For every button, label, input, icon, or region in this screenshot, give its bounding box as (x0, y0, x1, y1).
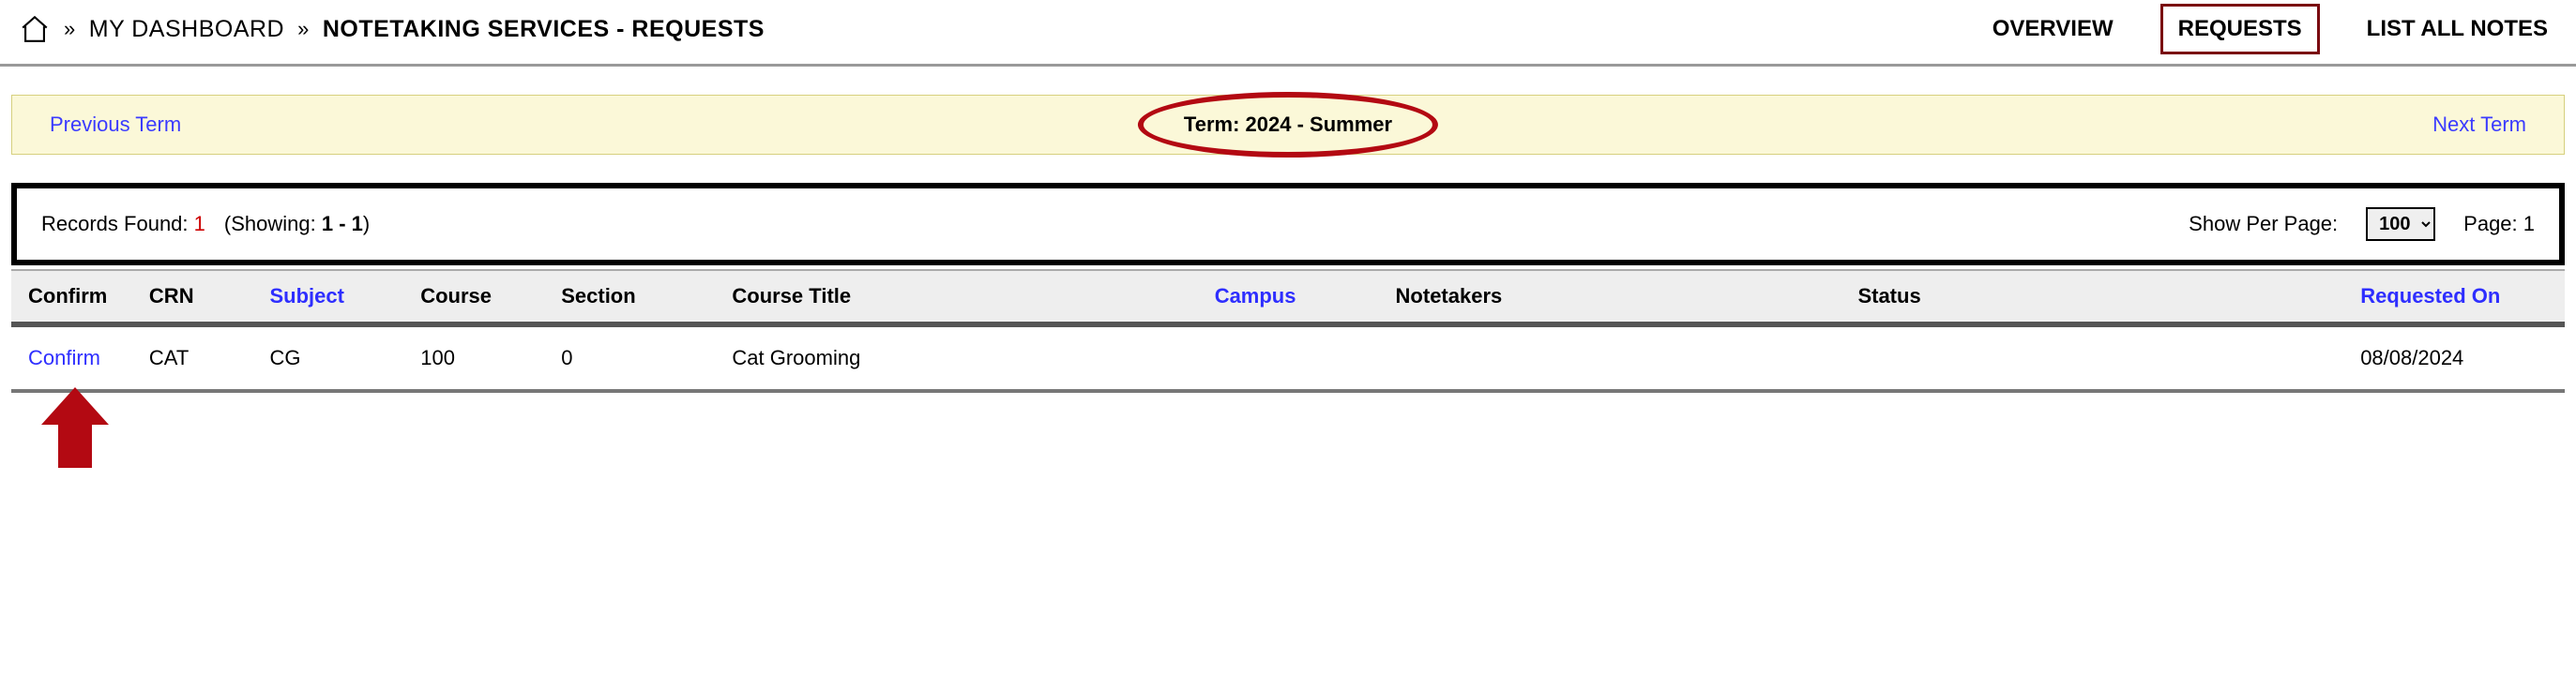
term-label: Term: 2024 - Summer (1184, 113, 1392, 137)
annotation-arrow (47, 387, 103, 462)
cell-campus (1198, 324, 1379, 391)
showing-suffix: ) (363, 212, 370, 235)
cell-crn: CAT (132, 324, 253, 391)
col-course: Course (403, 270, 544, 324)
page-indicator: Page: 1 (2463, 212, 2535, 236)
records-summary: Records Found: 1 (Showing: 1 - 1) Show P… (11, 183, 2565, 265)
records-found-count: 1 (194, 212, 205, 235)
home-icon[interactable] (19, 13, 51, 45)
col-crn: CRN (132, 270, 253, 324)
term-label-wrapper: Term: 2024 - Summer (1184, 113, 1392, 137)
cell-section: 0 (544, 324, 715, 391)
col-notetakers: Notetakers (1379, 270, 1841, 324)
showing-range: 1 - 1 (322, 212, 363, 235)
nav-requests[interactable]: REQUESTS (2160, 4, 2320, 54)
cell-course: 100 (403, 324, 544, 391)
term-bar: Previous Term Term: 2024 - Summer Next T… (11, 95, 2565, 155)
showing-prefix: (Showing: (224, 212, 316, 235)
requests-table: Confirm CRN Subject Course Section Cours… (11, 269, 2565, 393)
col-subject[interactable]: Subject (253, 270, 404, 324)
nav-list-all-notes[interactable]: LIST ALL NOTES (2357, 10, 2557, 48)
col-requested-on[interactable]: Requested On (2343, 270, 2565, 324)
col-confirm: Confirm (11, 270, 132, 324)
records-found: Records Found: 1 (41, 212, 205, 236)
records-showing: (Showing: 1 - 1) (224, 212, 370, 236)
cell-status (1841, 324, 2343, 391)
table-row: Confirm CAT CG 100 0 Cat Grooming 08/08/… (11, 324, 2565, 391)
cell-requested-on: 08/08/2024 (2343, 324, 2565, 391)
cell-subject: CG (253, 324, 404, 391)
cell-course-title: Cat Grooming (715, 324, 1197, 391)
col-campus[interactable]: Campus (1198, 270, 1379, 324)
chevron-icon: » (297, 17, 310, 41)
cell-notetakers (1379, 324, 1841, 391)
table-header-row: Confirm CRN Subject Course Section Cours… (11, 270, 2565, 324)
col-course-title: Course Title (715, 270, 1197, 324)
breadcrumb-page: NOTETAKING SERVICES - REQUESTS (323, 16, 765, 43)
top-nav: OVERVIEW REQUESTS LIST ALL NOTES (1983, 4, 2557, 54)
col-status: Status (1841, 270, 2343, 324)
breadcrumb-dashboard[interactable]: MY DASHBOARD (89, 16, 284, 43)
confirm-link[interactable]: Confirm (28, 346, 100, 369)
breadcrumb: » MY DASHBOARD » NOTETAKING SERVICES - R… (19, 13, 765, 45)
previous-term-link[interactable]: Previous Term (50, 113, 181, 137)
per-page-select[interactable]: 100 (2366, 207, 2435, 241)
col-section: Section (544, 270, 715, 324)
records-found-label: Records Found: (41, 212, 189, 235)
nav-overview[interactable]: OVERVIEW (1983, 10, 2123, 48)
per-page-label: Show Per Page: (2189, 212, 2338, 236)
next-term-link[interactable]: Next Term (2432, 113, 2526, 137)
chevron-icon: » (64, 17, 76, 41)
